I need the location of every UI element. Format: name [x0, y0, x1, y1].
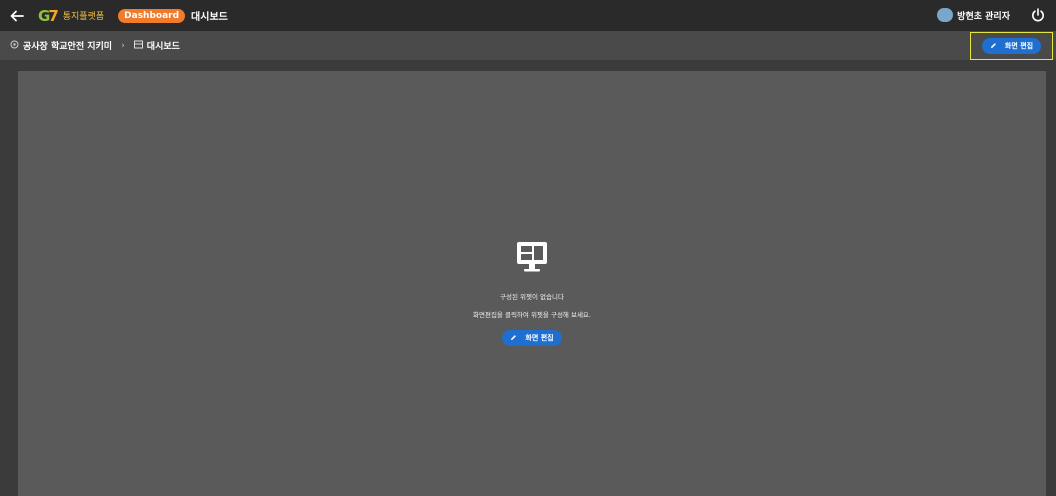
- pencil-icon: [990, 42, 997, 51]
- logo-mark-icon: G7: [38, 6, 59, 25]
- breadcrumb-separator-icon: ›: [121, 40, 125, 51]
- empty-state-edit-label: 화면 편집: [525, 334, 554, 342]
- avatar: [937, 8, 954, 22]
- edit-screen-label: 화면 편집: [1004, 42, 1034, 50]
- breadcrumb-project[interactable]: 공사장 학교안전 지키미: [23, 39, 112, 52]
- pencil-icon: [510, 334, 517, 343]
- top-bar: G7 통지플랫폼 Dashboard 대시보드 방현초 관리자: [0, 0, 1056, 31]
- app-logo[interactable]: G7 통지플랫폼: [38, 7, 104, 25]
- edit-screen-button[interactable]: 화면 편집: [981, 38, 1042, 54]
- empty-state: 구성된 위젯이 없습니다 화면편집을 클릭하여 위젯을 구성해 보세요. 화면 …: [18, 239, 1046, 346]
- edit-button-highlight: 화면 편집: [970, 32, 1053, 60]
- breadcrumb-page: 대시보드: [146, 42, 180, 52]
- location-icon: [10, 40, 19, 52]
- dashboard-badge: Dashboard: [118, 8, 186, 23]
- logo-text: 통지플랫폼: [62, 12, 105, 22]
- empty-state-description: 화면편집을 클릭하여 위젯을 구성해 보세요.: [473, 311, 591, 319]
- dashboard-icon: [133, 40, 143, 52]
- breadcrumb-bar: 공사장 학교안전 지키미 › 대시보드: [0, 31, 1056, 60]
- user-name: 방현초 관리자: [957, 11, 1010, 22]
- back-arrow-icon[interactable]: [10, 9, 24, 23]
- breadcrumb: 공사장 학교안전 지키미 › 대시보드: [10, 39, 180, 52]
- dashboard-panel: 구성된 위젯이 없습니다 화면편집을 클릭하여 위젯을 구성해 보세요. 화면 …: [18, 71, 1046, 496]
- power-icon[interactable]: [1030, 7, 1046, 23]
- page-title: 대시보드: [191, 12, 228, 23]
- monitor-widget-icon: [514, 239, 550, 279]
- empty-state-edit-button[interactable]: 화면 편집: [502, 330, 562, 346]
- empty-state-title: 구성된 위젯이 없습니다: [500, 293, 564, 301]
- user-menu[interactable]: 방현초 관리자: [937, 8, 1010, 22]
